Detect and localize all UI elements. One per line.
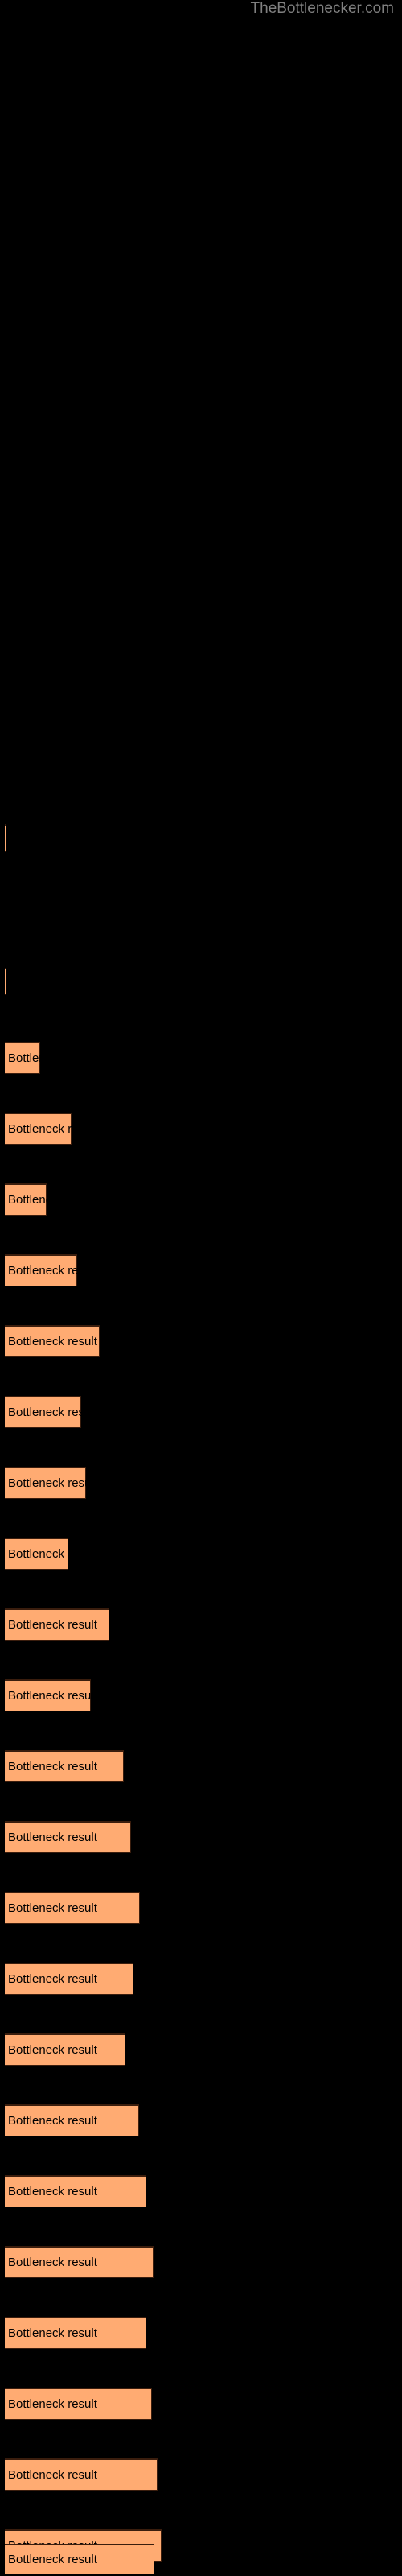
bar-11[interactable]: Bottleneck result <box>5 1608 109 1641</box>
bar-8[interactable]: Bottleneck result <box>5 1396 81 1428</box>
bar-clip: Bottleneck result <box>5 1679 91 1711</box>
bar-clip: Bottleneck result <box>5 2175 146 2207</box>
bar-16[interactable]: Bottleneck result <box>5 1963 133 1995</box>
bar-clip: Bottleneck result <box>5 2458 158 2491</box>
bar-17[interactable]: Bottleneck result <box>5 2033 125 2066</box>
bar-5[interactable]: Bottleneck result <box>5 1183 47 1216</box>
bar-14[interactable]: Bottleneck result <box>5 1821 131 1853</box>
bar-6[interactable]: Bottleneck result <box>5 1254 77 1286</box>
bar-clip: Bottleneck result <box>5 1750 124 1782</box>
bar-13[interactable]: Bottleneck result <box>5 1750 124 1782</box>
bar-clip: Bottleneck result <box>5 1113 72 1145</box>
bar-clip: Bottleneck result <box>5 2246 154 2278</box>
bar-clip: Bottleneck result <box>5 2104 139 2136</box>
bar-clip: Bottleneck result <box>5 1821 131 1853</box>
bar-label: Bottleneck result <box>8 1051 40 1065</box>
bar-25[interactable]: Bottleneck result <box>5 2544 154 2574</box>
bar-label: Bottleneck result <box>8 1830 97 1844</box>
bar-4[interactable]: Bottleneck result <box>5 1113 72 1145</box>
bar-22[interactable]: Bottleneck result <box>5 2388 152 2420</box>
page-root: TheBottlenecker.com Bottleneck resultBot… <box>0 0 402 2576</box>
bar-label: Bottleneck result <box>8 1971 97 1986</box>
bar-clip: Bottleneck result <box>5 1608 109 1641</box>
bar-clip: Bottleneck result <box>5 1538 68 1570</box>
bar-clip: Bottleneck result <box>5 2544 154 2574</box>
bar-label: Bottleneck result <box>8 1546 68 1561</box>
bar-23[interactable]: Bottleneck result <box>5 2458 158 2491</box>
bar-label: Bottleneck result <box>8 2113 97 2128</box>
bar-18[interactable]: Bottleneck result <box>5 2104 139 2136</box>
bar-3[interactable]: Bottleneck result <box>5 1042 40 1074</box>
bar-19[interactable]: Bottleneck result <box>5 2175 146 2207</box>
bar-clip: Bottleneck result <box>5 1042 40 1074</box>
bar-label: Bottleneck result <box>8 2467 97 2482</box>
bar-label: Bottleneck result <box>8 1617 97 1632</box>
bar-label: Bottleneck result <box>8 1334 97 1348</box>
bar-clip: Bottleneck result <box>5 1892 140 1924</box>
bar-clip: Bottleneck result <box>5 1396 81 1428</box>
bar-clip: Bottleneck result <box>5 2033 125 2066</box>
bar-clip: Bottleneck result <box>5 1325 100 1357</box>
bar-clip: Bottleneck result <box>5 2388 152 2420</box>
bar-label: Bottleneck result <box>8 1192 47 1207</box>
bar-1[interactable]: Bottleneck result <box>5 824 6 852</box>
bar-label: Bottleneck result <box>8 1121 72 1136</box>
bar-clip: Bottleneck result <box>5 1963 133 1995</box>
bar-label: Bottleneck result <box>8 1688 91 1703</box>
bar-label: Bottleneck result <box>8 1759 97 1773</box>
bar-label: Bottleneck result <box>8 1901 97 1915</box>
bar-label: Bottleneck result <box>8 2184 97 2198</box>
bar-clip: Bottleneck result <box>5 1183 47 1216</box>
bar-chart-plot-area: Bottleneck result Bottleneck result Bottle… <box>0 0 402 2576</box>
bar-21[interactable]: Bottleneck result <box>5 2317 146 2349</box>
bar-clip: Bottleneck result <box>5 1254 77 1286</box>
bar-label: Bottleneck result <box>8 2255 97 2269</box>
bar-label: Bottleneck result <box>8 2326 97 2340</box>
bar-clip: Bottleneck result <box>5 1467 86 1499</box>
bar-9[interactable]: Bottleneck result <box>5 1467 86 1499</box>
bar-label: Bottleneck result <box>8 1405 81 1419</box>
bar-2[interactable]: Bottleneck result <box>5 968 6 995</box>
bar-label: Bottleneck result <box>8 2042 97 2057</box>
bar-10[interactable]: Bottleneck result <box>5 1538 68 1570</box>
bar-15[interactable]: Bottleneck result <box>5 1892 140 1924</box>
bar-clip: Bottleneck result <box>5 824 6 852</box>
bar-label: Bottleneck result <box>8 2552 97 2566</box>
bar-20[interactable]: Bottleneck result <box>5 2246 154 2278</box>
bar-label: Bottleneck result <box>8 1263 77 1278</box>
bar-label: Bottleneck result <box>8 1476 86 1490</box>
bar-clip: Bottleneck result <box>5 968 6 995</box>
bar-label: Bottleneck result <box>8 2396 97 2411</box>
bar-7[interactable]: Bottleneck result <box>5 1325 100 1357</box>
bar-clip: Bottleneck result <box>5 2317 146 2349</box>
bar-12[interactable]: Bottleneck result <box>5 1679 91 1711</box>
